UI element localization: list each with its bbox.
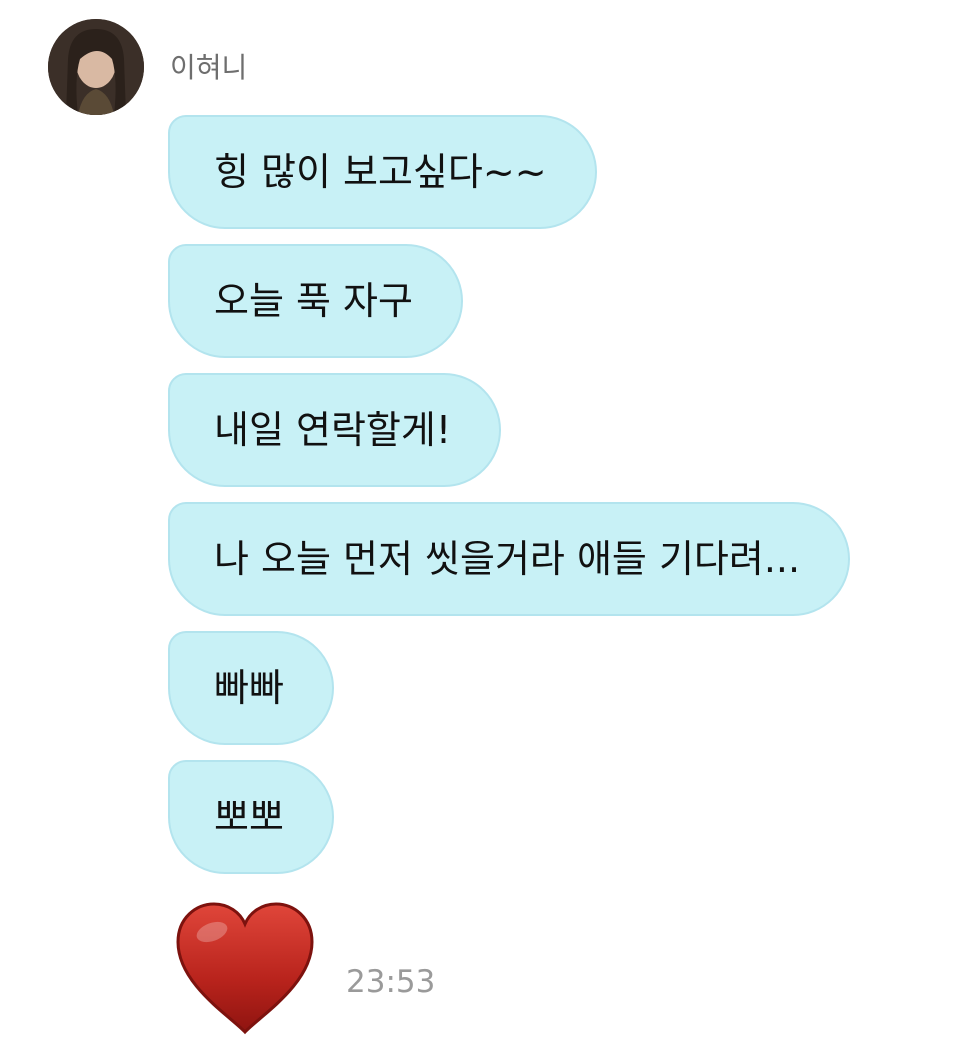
message-bubble[interactable]: 힝 많이 보고싶다~~ [168,115,597,229]
message-bubble[interactable]: 빠빠 [168,631,334,745]
message-bubble[interactable]: 오늘 푹 자구 [168,244,463,358]
message-bubble[interactable]: 뽀뽀 [168,760,334,874]
profile-photo-icon [48,19,144,115]
message-bubble[interactable]: 나 오늘 먼저 씻을거라 애들 기다려... [168,502,851,616]
message-bubble[interactable]: 내일 연락할게! [168,373,502,487]
sender-name: 이혀니 [170,51,248,84]
message-timestamp: 23:53 [346,964,436,1000]
sender-avatar[interactable] [48,19,144,115]
red-heart-icon[interactable] [170,900,320,1036]
